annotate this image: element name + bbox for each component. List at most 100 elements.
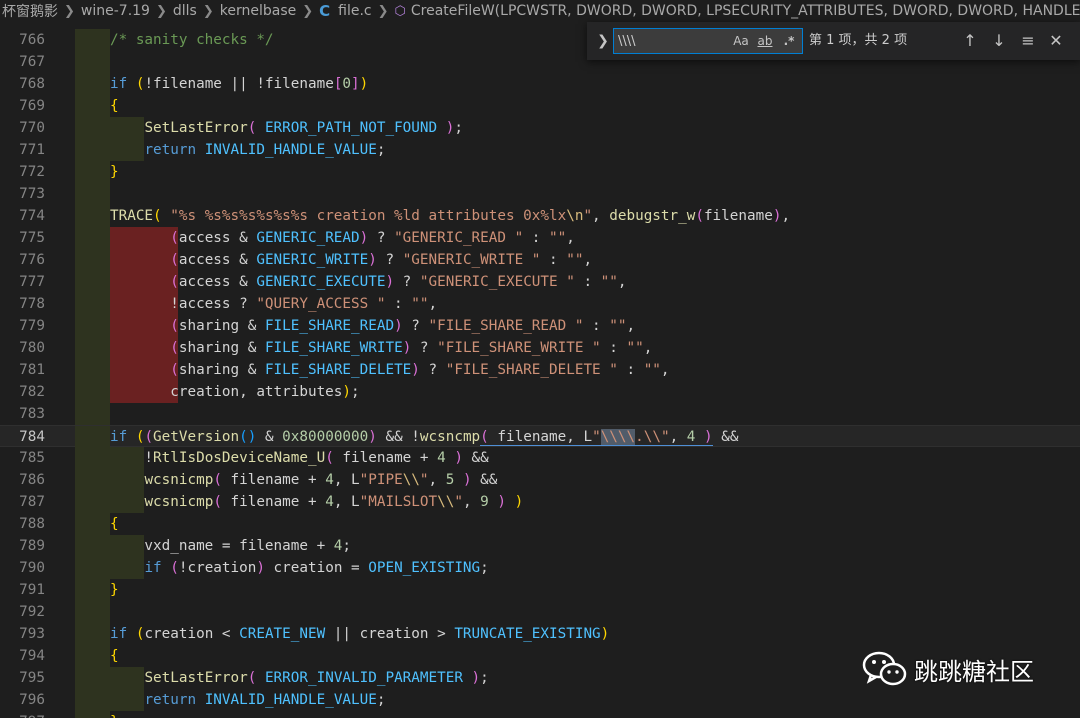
code-text: if (!filename || !filename[0]) [110, 73, 368, 95]
code-line[interactable]: 769 { [0, 95, 1080, 117]
code-token: access & [178, 274, 257, 290]
code-line[interactable]: 787 wcsnicmp( filename + 4, L"MAILSLOT\\… [0, 491, 1080, 513]
previous-match-arrow-up-icon[interactable]: ↑ [959, 30, 981, 52]
indent-guide [75, 337, 110, 359]
code-line[interactable]: 776 (access & GENERIC_WRITE) ? "GENERIC_… [0, 249, 1080, 271]
code-token: ( [144, 429, 154, 445]
indent-guide [75, 645, 110, 667]
code-line[interactable]: 789 vxd_name = filename + 4; [0, 535, 1080, 557]
code-token: access & [178, 252, 257, 268]
code-line[interactable]: 782 creation, attributes); [0, 381, 1080, 403]
code-text: (sharing & FILE_SHARE_WRITE) ? "FILE_SHA… [110, 337, 652, 359]
code-line[interactable]: 768 if (!filename || !filename[0]) [0, 73, 1080, 95]
code-line[interactable]: 785 !RtlIsDosDeviceName_U( filename + 4 … [0, 447, 1080, 469]
code-line[interactable]: 772} [0, 161, 1080, 183]
close-icon[interactable]: ✕ [1045, 30, 1067, 52]
code-token: /* sanity checks */ [110, 32, 274, 48]
code-text: } [110, 579, 119, 601]
code-line[interactable]: 778 !access ? "QUERY_ACCESS " : "", [0, 293, 1080, 315]
match-case-button[interactable]: Aa [731, 31, 751, 51]
code-token: \\ [437, 494, 455, 510]
code-token: ERROR_INVALID_PARAMETER [264, 670, 463, 686]
code-token: ; [480, 560, 489, 576]
code-token: ) [514, 494, 524, 510]
next-match-arrow-down-icon[interactable]: ↓ [988, 30, 1010, 52]
code-line[interactable]: 783 [0, 403, 1080, 425]
indent-guide [75, 469, 110, 491]
code-text: { [110, 513, 119, 535]
code-line[interactable]: 773 [0, 183, 1080, 205]
line-number: 795 [19, 670, 45, 686]
code-editor[interactable]: 766/* sanity checks */767 768 if (!filenam… [0, 29, 1080, 718]
code-line[interactable]: 780 (sharing & FILE_SHARE_WRITE) ? "FILE… [0, 337, 1080, 359]
code-token: vxd_name = filename + [110, 538, 334, 554]
indent-guide [75, 117, 110, 139]
code-line[interactable]: 771 return INVALID_HANDLE_VALUE; [0, 139, 1080, 161]
search-match-highlight: \\\\ [600, 429, 636, 446]
find-widget: ❯ Aa ab .* 第 1 项，共 2 项 ↑ ↓ ≡ ✕ [587, 22, 1080, 60]
use-regex-button[interactable]: .* [779, 31, 799, 51]
code-line[interactable]: 777 (access & GENERIC_EXECUTE) ? "GENERI… [0, 271, 1080, 293]
code-text: (access & GENERIC_EXECUTE) ? "GENERIC_EX… [110, 271, 626, 293]
code-token: filename + [221, 494, 326, 510]
indent-guide [75, 557, 110, 579]
code-text: wcsnicmp( filename + 4, L"MAILSLOT\\", 9… [110, 491, 523, 513]
code-line[interactable]: 786 wcsnicmp( filename + 4, L"PIPE\\", 5… [0, 469, 1080, 491]
line-number: 768 [19, 76, 45, 92]
breadcrumb-item-folder-1[interactable]: 杯窗鹅影 [0, 1, 60, 21]
code-token: "" [626, 340, 644, 356]
code-token: ! [110, 450, 154, 466]
code-token: ) [256, 560, 265, 576]
code-line[interactable]: 796 return INVALID_HANDLE_VALUE; [0, 689, 1080, 711]
code-token: , [462, 494, 481, 510]
line-number: 778 [19, 296, 45, 312]
line-number: 773 [19, 186, 45, 202]
code-token: "" [566, 252, 584, 268]
code-token: INVALID_HANDLE_VALUE [204, 142, 377, 158]
code-line[interactable]: 790 if (!creation) creation = OPEN_EXIST… [0, 557, 1080, 579]
breadcrumb-item-symbol[interactable]: CreateFileW(LPCWSTR, DWORD, DWORD, LPSEC… [409, 3, 1080, 19]
code-token: \n [566, 208, 584, 224]
line-number: 779 [19, 318, 45, 334]
find-in-selection-lines-icon[interactable]: ≡ [1017, 30, 1039, 52]
code-token: "GENERIC_WRITE " [402, 252, 541, 268]
indent-guide [75, 29, 110, 51]
indent-guide [75, 161, 110, 183]
code-line[interactable]: 791} [0, 579, 1080, 601]
code-line[interactable]: 775 (access & GENERIC_READ) ? "GENERIC_R… [0, 227, 1080, 249]
chevron-right-icon: ❯ [155, 3, 167, 19]
match-count: 第 1 项，共 2 项 [809, 33, 908, 48]
breadcrumb-item-folder-3[interactable]: dlls [171, 3, 199, 19]
code-line[interactable]: 792 [0, 601, 1080, 623]
breadcrumb-item-file[interactable]: file.c [336, 3, 373, 19]
code-token: } [110, 714, 119, 718]
code-line[interactable]: 793 if (creation < CREATE_NEW || creation… [0, 623, 1080, 645]
code-token: , [566, 230, 575, 246]
breadcrumb-item-folder-4[interactable]: kernelbase [218, 3, 298, 19]
code-line[interactable]: 788 { [0, 513, 1080, 535]
indent-guide [75, 403, 110, 425]
code-token: : [540, 252, 567, 268]
code-line[interactable]: 797} [0, 711, 1080, 718]
breadcrumb-item-folder-2[interactable]: wine-7.19 [79, 3, 152, 19]
code-line[interactable]: 774 TRACE( "%s %s%s%s%s%s%s creation %ld … [0, 205, 1080, 227]
code-line[interactable]: 781 (sharing & FILE_SHARE_DELETE) ? "FIL… [0, 359, 1080, 381]
match-whole-word-button[interactable]: ab [754, 31, 776, 51]
code-token: , [626, 318, 636, 334]
code-token: INVALID_HANDLE_VALUE [204, 692, 377, 708]
code-token: ) [402, 340, 412, 356]
code-line[interactable]: 784 if ((GetVersion() & 0x80000000) && !w… [0, 425, 1080, 448]
toggle-replace-chevron-icon[interactable]: ❯ [595, 30, 611, 52]
code-line[interactable]: 770 SetLastError( ERROR_PATH_NOT_FOUND )… [0, 117, 1080, 139]
code-line[interactable]: 779 (sharing & FILE_SHARE_READ) ? "FILE_… [0, 315, 1080, 337]
watermark: 跳跳糖社区 [862, 648, 1034, 690]
indent-guide [75, 689, 110, 711]
line-number: 771 [19, 142, 45, 158]
code-token: ) [342, 384, 352, 400]
